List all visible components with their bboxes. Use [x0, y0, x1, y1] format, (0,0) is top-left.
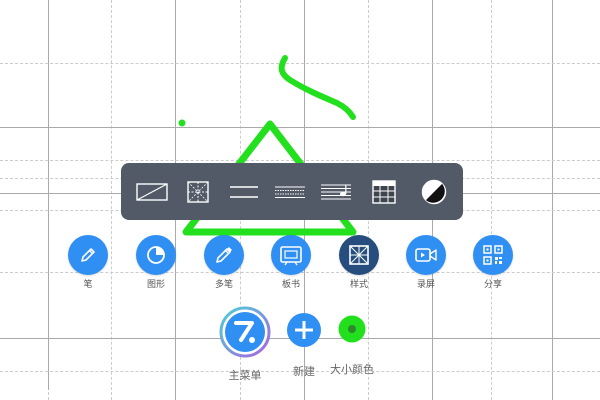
tool-style-button[interactable]	[339, 235, 379, 275]
new-button[interactable]: 新建	[284, 312, 324, 379]
style-option-blank[interactable]	[135, 175, 169, 209]
blank-background-icon	[136, 183, 168, 201]
tool-blackboard-label: 板书	[281, 279, 300, 289]
tian-grid-icon	[187, 181, 209, 203]
tool-shape[interactable]: 图形	[133, 235, 179, 289]
style-option-calendar-table[interactable]	[367, 175, 401, 209]
app-logo-icon[interactable]	[219, 306, 271, 358]
size-color-label: 大小颜色	[330, 364, 374, 376]
tool-style-label: 样式	[349, 279, 368, 289]
tool-multi-pen[interactable]: 多笔	[201, 235, 247, 289]
style-option-background-color[interactable]	[417, 175, 451, 209]
tool-style[interactable]: 样式	[336, 235, 382, 289]
main-menu[interactable]: 主菜单	[217, 306, 273, 383]
blackboard-icon	[280, 246, 302, 266]
tool-screen-record-button[interactable]	[406, 235, 446, 275]
calendar-table-icon	[372, 180, 396, 204]
style-option-pinyin-lines[interactable]	[273, 175, 307, 209]
tool-share-label: 分享	[483, 279, 502, 289]
size-color-button[interactable]: 大小颜色	[328, 314, 376, 377]
style-option-music-staff[interactable]	[319, 175, 353, 209]
multi-pen-icon	[216, 247, 232, 263]
tool-share[interactable]: 分享	[470, 235, 516, 289]
tool-share-button[interactable]	[473, 235, 513, 275]
tool-multi-pen-button[interactable]	[204, 235, 244, 275]
background-color-icon	[421, 179, 447, 205]
style-option-double-line[interactable]	[227, 175, 261, 209]
pinyin-lines-icon	[275, 186, 305, 198]
plus-icon[interactable]	[286, 312, 322, 348]
new-label: 新建	[293, 366, 315, 378]
ink-dot	[178, 119, 186, 127]
tool-pen-label: 笔	[83, 279, 93, 289]
tool-blackboard[interactable]: 板书	[268, 235, 314, 289]
style-option-tian-grid[interactable]	[181, 175, 215, 209]
tool-pen[interactable]: 笔	[65, 235, 111, 289]
tool-blackboard-button[interactable]	[271, 235, 311, 275]
pen-icon	[81, 248, 95, 262]
main-menu-label: 主菜单	[228, 370, 262, 382]
tool-pen-button[interactable]	[68, 235, 108, 275]
tool-shape-label: 图形	[146, 279, 165, 289]
shape-pie-icon	[147, 246, 165, 264]
tool-screen-record-label: 录屏	[416, 279, 435, 289]
tool-shape-button[interactable]	[136, 235, 176, 275]
ink-stroke	[278, 55, 356, 120]
qr-code-icon	[483, 245, 503, 265]
tool-multi-pen-label: 多笔	[214, 279, 233, 289]
whiteboard-canvas[interactable]: 笔 图形 多笔 板书 样式 录屏 分享 主菜单 新建 大小颜色	[0, 0, 600, 400]
color-dot-icon[interactable]	[337, 314, 367, 344]
music-staff-icon	[321, 184, 351, 200]
screen-record-icon	[415, 248, 437, 262]
grid-style-icon	[349, 245, 369, 265]
style-popup-panel	[121, 163, 463, 220]
double-line-icon	[230, 186, 258, 198]
tool-screen-record[interactable]: 录屏	[403, 235, 449, 289]
